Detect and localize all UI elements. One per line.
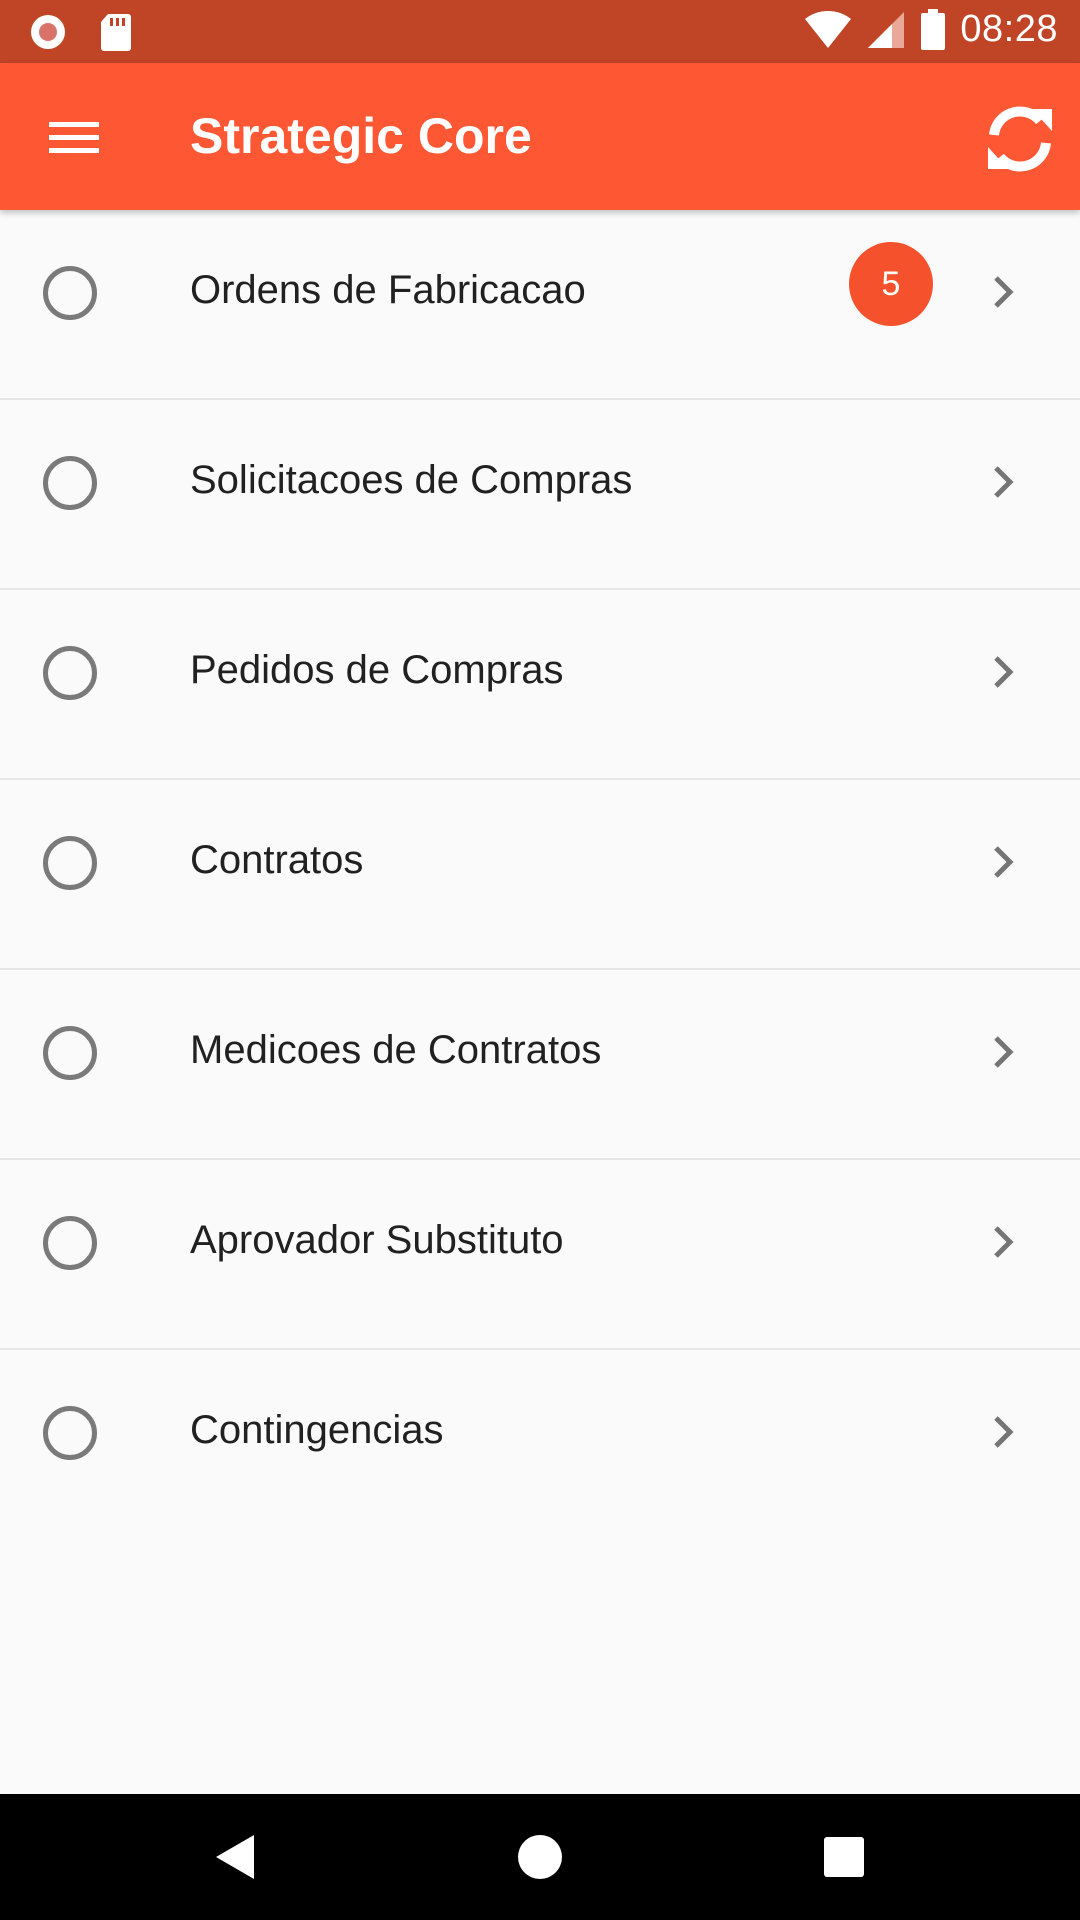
list-item-pedidos-de-compras[interactable]: Pedidos de Compras	[0, 590, 1080, 780]
count-badge: 5	[849, 242, 933, 326]
list-item-label: Contingencias	[190, 1408, 444, 1452]
list-item-medicoes-de-contratos[interactable]: Medicoes de Contratos	[0, 970, 1080, 1160]
back-button[interactable]	[206, 1827, 266, 1887]
battery-icon	[921, 8, 946, 50]
status-time: 08:28	[960, 8, 1058, 50]
back-icon	[216, 1835, 254, 1879]
recents-button[interactable]	[814, 1827, 874, 1887]
page-title: Strategic Core	[190, 108, 532, 164]
hamburger-menu-icon	[49, 122, 99, 153]
sd-card-icon	[101, 14, 131, 51]
status-right-icons: 08:28	[804, 8, 1058, 51]
chevron-right-icon	[994, 1226, 1014, 1258]
list-item-label: Pedidos de Compras	[190, 648, 564, 692]
wifi-icon	[805, 10, 852, 48]
chevron-right-icon	[994, 656, 1014, 688]
chevron-right-icon	[994, 1416, 1014, 1448]
home-button[interactable]	[510, 1827, 570, 1887]
record-icon	[31, 15, 65, 49]
list-item-contratos[interactable]: Contratos	[0, 780, 1080, 970]
recents-icon	[824, 1837, 864, 1877]
radio-icon[interactable]	[43, 646, 97, 700]
list-item-label: Medicoes de Contratos	[190, 1028, 602, 1072]
navigation-bar	[0, 1794, 1080, 1920]
home-icon	[518, 1835, 562, 1879]
menu-list: Ordens de Fabricacao 5 Solicitacoes de C…	[0, 210, 1080, 1538]
radio-icon[interactable]	[43, 1026, 97, 1080]
list-item-aprovador-substituto[interactable]: Aprovador Substituto	[0, 1160, 1080, 1350]
status-left-icons	[28, 12, 132, 52]
menu-button[interactable]	[30, 105, 118, 169]
list-item-contingencias[interactable]: Contingencias	[0, 1350, 1080, 1538]
list-item-label: Aprovador Substituto	[190, 1218, 564, 1262]
radio-icon[interactable]	[43, 1406, 97, 1460]
refresh-button[interactable]	[982, 101, 1058, 177]
radio-icon[interactable]	[43, 836, 97, 890]
list-item-label: Solicitacoes de Compras	[190, 458, 633, 502]
chevron-right-icon	[994, 466, 1014, 498]
list-item-label: Ordens de Fabricacao	[190, 268, 586, 312]
signal-icon	[868, 11, 905, 48]
list-item-ordens-de-fabricacao[interactable]: Ordens de Fabricacao 5	[0, 210, 1080, 400]
chevron-right-icon	[994, 846, 1014, 878]
radio-icon[interactable]	[43, 1216, 97, 1270]
list-item-label: Contratos	[190, 838, 364, 882]
app-bar: Strategic Core	[0, 63, 1080, 210]
radio-icon[interactable]	[43, 266, 97, 320]
list-item-solicitacoes-de-compras[interactable]: Solicitacoes de Compras	[0, 400, 1080, 590]
refresh-icon	[988, 106, 1052, 172]
radio-icon[interactable]	[43, 456, 97, 510]
chevron-right-icon	[994, 276, 1014, 308]
status-bar: 08:28	[0, 0, 1080, 63]
chevron-right-icon	[994, 1036, 1014, 1068]
